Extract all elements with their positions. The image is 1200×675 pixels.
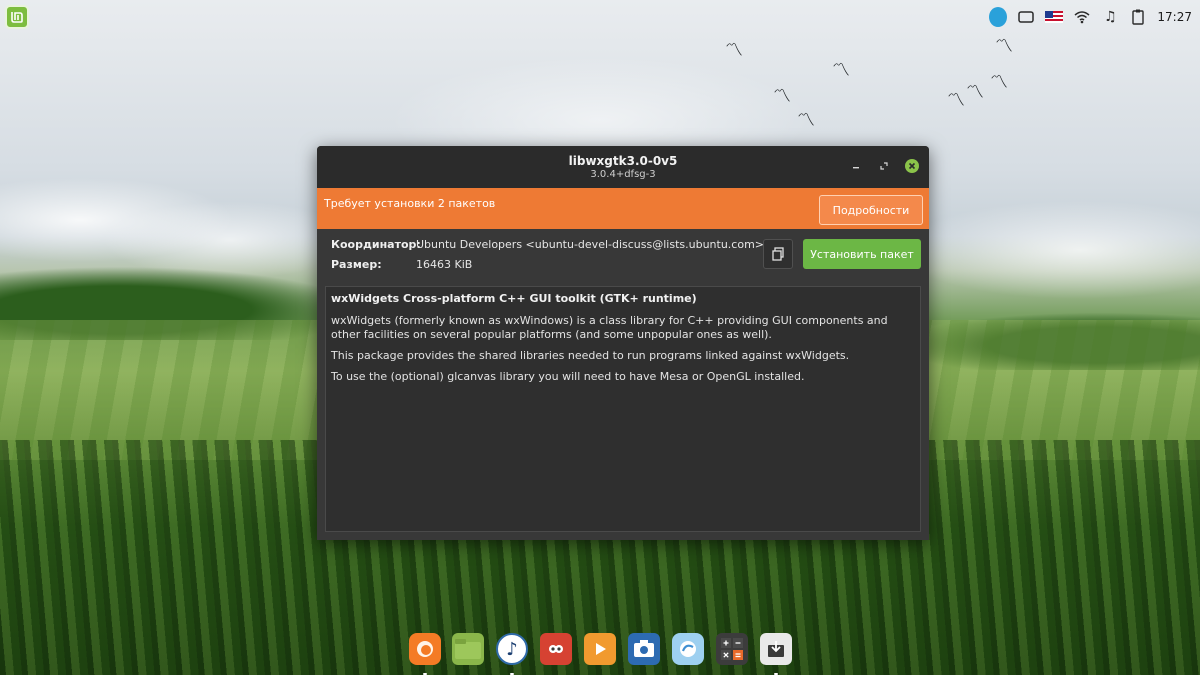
nvidia-icon[interactable]: [1017, 8, 1035, 26]
maintainer-row: Координатор:Ubuntu Developers <ubuntu-de…: [331, 238, 764, 251]
mint-logo-icon: [11, 12, 23, 23]
clipboard-icon[interactable]: [1129, 8, 1147, 26]
browser-icon[interactable]: [672, 633, 704, 665]
maximize-button[interactable]: [877, 159, 891, 173]
package-description: wxWidgets Cross-platform C++ GUI toolkit…: [325, 286, 921, 532]
window-title: libwxgtk3.0-0v5: [568, 154, 678, 168]
package-installer-window: libwxgtk3.0-0v5 3.0.4+dfsg-3 Требует уст…: [317, 146, 929, 540]
clock[interactable]: 17:27: [1157, 10, 1192, 24]
bird-icon: 〽: [966, 82, 984, 103]
install-package-button[interactable]: Установить пакет: [803, 239, 921, 269]
size-row: Размер: 16463 KiB: [331, 258, 472, 271]
firefox-icon[interactable]: [409, 633, 441, 665]
minimize-icon: [853, 167, 859, 169]
bird-icon: 〽: [990, 72, 1008, 93]
bird-icon: 〽: [947, 90, 965, 111]
gimp-icon[interactable]: [540, 633, 572, 665]
bird-icon: 〽: [995, 36, 1013, 57]
banner-message: Требует установки 2 пакетов: [324, 197, 496, 210]
system-tray: ♫ 17:27: [989, 6, 1192, 28]
bird-icon: 〽: [773, 86, 791, 107]
maintainer-label: Координатор:: [331, 238, 421, 251]
window-subtitle: 3.0.4+dfsg-3: [590, 169, 656, 180]
copy-icon: [772, 247, 784, 261]
music-player-icon[interactable]: ♪: [496, 633, 528, 665]
close-icon: [908, 162, 916, 170]
close-button[interactable]: [905, 159, 919, 173]
size-label: Размер:: [331, 258, 382, 271]
dock: ♪: [0, 633, 1200, 675]
media-player-icon[interactable]: [584, 633, 616, 665]
bird-icon: 〽: [797, 110, 815, 131]
maintainer-value: Ubuntu Developers <ubuntu-devel-discuss@…: [416, 238, 765, 251]
details-button[interactable]: Подробности: [819, 195, 923, 225]
window-titlebar[interactable]: libwxgtk3.0-0v5 3.0.4+dfsg-3: [317, 146, 929, 188]
description-paragraph: wxWidgets (formerly known as wxWindows) …: [331, 314, 888, 341]
description-paragraph: To use the (optional) glcanvas library y…: [331, 370, 805, 383]
package-installer-icon[interactable]: [760, 633, 792, 665]
screenshot-icon[interactable]: [628, 633, 660, 665]
sound-icon[interactable]: ♫: [1101, 8, 1119, 26]
copy-button[interactable]: [763, 239, 793, 269]
info-banner: Требует установки 2 пакетов Подробности: [317, 188, 929, 229]
bird-icon: 〽: [832, 60, 850, 81]
package-info: Координатор:Ubuntu Developers <ubuntu-de…: [317, 229, 929, 285]
window-controls: [849, 159, 919, 173]
bird-icon: 〽: [725, 40, 743, 61]
size-value: 16463 KiB: [416, 258, 473, 271]
description-paragraph: This package provides the shared librari…: [331, 349, 850, 362]
calculator-icon[interactable]: [716, 633, 748, 665]
maximize-icon: [880, 162, 888, 170]
telegram-icon[interactable]: [989, 7, 1008, 27]
files-icon[interactable]: [452, 633, 484, 665]
keyboard-layout-flag-icon[interactable]: [1045, 8, 1064, 26]
minimize-button[interactable]: [849, 159, 863, 173]
wifi-icon[interactable]: [1073, 8, 1091, 26]
description-heading: wxWidgets Cross-platform C++ GUI toolkit…: [331, 292, 697, 305]
mint-menu-button[interactable]: [5, 5, 29, 29]
